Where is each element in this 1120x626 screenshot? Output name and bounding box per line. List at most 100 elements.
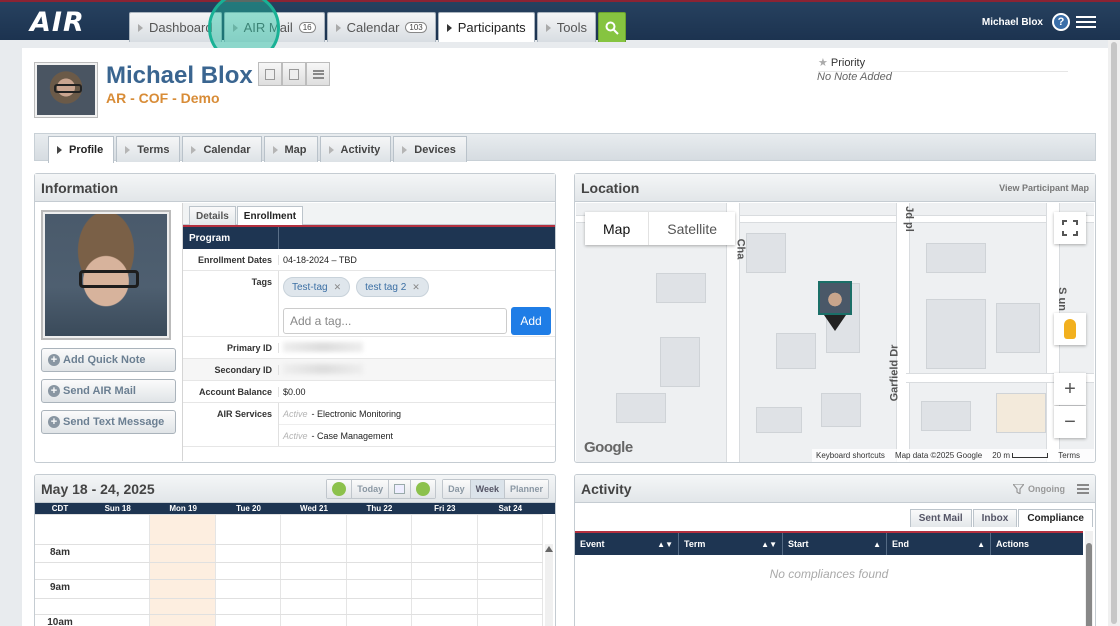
tab-inbox[interactable]: Inbox (972, 509, 1018, 527)
view-participant-map-link[interactable]: View Participant Map (999, 183, 1089, 193)
column-event[interactable]: Event ▲▼ (575, 533, 679, 555)
priority-header[interactable]: ★ Priority (818, 56, 1068, 72)
add-quick-note-button[interactable]: + Add Quick Note (41, 348, 176, 372)
nav-tab-label: Participants (457, 20, 526, 35)
tab-map[interactable]: Map (263, 136, 318, 162)
fullscreen-button[interactable] (1054, 212, 1086, 244)
send-air-mail-button[interactable]: + Send AIR Mail (41, 379, 176, 403)
tab-profile[interactable]: Profile (48, 136, 115, 163)
participant-avatar[interactable] (34, 62, 98, 118)
tab-details[interactable]: Details (189, 206, 236, 225)
view-planner-button[interactable]: Planner (504, 479, 548, 498)
button-label: Send AIR Mail (63, 385, 136, 397)
hour-line (35, 514, 543, 515)
page-scrollbar[interactable] (1108, 40, 1120, 626)
map-type-satellite-button[interactable]: Satellite (649, 212, 735, 245)
map-building (926, 299, 986, 369)
map-building (926, 243, 986, 273)
scrollbar-thumb[interactable] (1086, 543, 1092, 626)
map-view[interactable]: Cha Garfield Dr Jd pl S un Map Satellite… (576, 203, 1094, 462)
field-label: Account Balance (183, 386, 279, 397)
today-button[interactable]: Today (352, 479, 390, 498)
day-column[interactable] (216, 514, 282, 626)
more-menu-button[interactable] (306, 62, 330, 86)
day-header: Mon 19 (169, 504, 197, 513)
map-data-text: Map data ©2025 Google (894, 451, 983, 460)
map-type-map-button[interactable]: Map (585, 212, 650, 245)
column-start[interactable]: Start ▲ (783, 533, 887, 555)
air-services-row: AIR Services Active - Electronic Monitori… (183, 403, 555, 447)
menu-icon[interactable] (1077, 483, 1089, 494)
user-name[interactable]: Michael Blox (982, 17, 1043, 28)
date-picker-button[interactable] (389, 479, 412, 498)
device-button[interactable] (258, 62, 282, 86)
primary-id-value (279, 341, 555, 354)
arrow-left-icon (332, 481, 347, 496)
tab-enrollment[interactable]: Enrollment (236, 206, 304, 225)
triangle-icon (191, 145, 197, 154)
tab-devices[interactable]: Devices (393, 136, 467, 162)
remove-tag-icon[interactable]: ✕ (334, 282, 342, 293)
zoom-out-button[interactable]: − (1054, 406, 1086, 438)
map-building (996, 303, 1040, 353)
info-tabs: Details Enrollment (183, 203, 555, 225)
column-end[interactable]: End ▲ (887, 533, 991, 555)
scrollbar-thumb[interactable] (1111, 42, 1117, 624)
nav-tab-calendar[interactable]: Calendar 103 (326, 12, 436, 42)
service-status: Active (283, 408, 308, 419)
hamburger-menu-icon[interactable] (1076, 12, 1096, 32)
tab-activity[interactable]: Activity (319, 136, 392, 162)
day-column[interactable] (412, 514, 478, 626)
google-logo[interactable]: Google (584, 439, 633, 456)
priority-label: Priority (830, 57, 866, 69)
redacted-value (283, 341, 363, 352)
column-label: Actions (996, 539, 1030, 549)
terms-link[interactable]: Terms (1058, 451, 1080, 460)
tab-sent-mail[interactable]: Sent Mail (909, 509, 972, 527)
day-column[interactable] (347, 514, 413, 626)
day-column[interactable] (281, 514, 347, 626)
view-day-button[interactable]: Day (443, 479, 471, 498)
tab-calendar[interactable]: Calendar (182, 136, 262, 162)
zoom-in-button[interactable]: + (1054, 373, 1086, 405)
day-column[interactable] (85, 514, 151, 626)
panel-title: Location (581, 179, 640, 196)
column-term[interactable]: Term ▲▼ (679, 533, 783, 555)
id-card-button[interactable] (282, 62, 306, 86)
add-tag-button[interactable]: Add (511, 307, 551, 335)
map-road (896, 203, 910, 462)
tags-value: Test-tag ✕ test tag 2 ✕ Add a tag... Add (279, 271, 555, 336)
location-panel: Location View Participant Map Cha Garfie… (574, 173, 1096, 463)
next-week-button[interactable] (411, 479, 436, 498)
air-logo[interactable]: AIR (30, 7, 85, 38)
tag-chip[interactable]: test tag 2 ✕ (356, 277, 429, 297)
keyboard-shortcuts-link[interactable]: Keyboard shortcuts (816, 451, 885, 460)
remove-tag-icon[interactable]: ✕ (412, 282, 420, 293)
day-header: Sat 24 (498, 504, 523, 513)
account-balance-value: $0.00 (283, 386, 306, 397)
scroll-up-icon[interactable] (545, 546, 553, 552)
secondary-id-value (279, 363, 555, 376)
help-button[interactable]: ? (1052, 13, 1070, 31)
day-column-today[interactable] (150, 514, 216, 626)
triangle-icon (272, 145, 278, 154)
calendar-grid[interactable]: 8am 9am 10am (35, 514, 555, 626)
profile-tabs: Profile Terms Calendar Map Activity Devi… (48, 136, 469, 163)
add-tag-input[interactable]: Add a tag... (283, 308, 507, 334)
previous-week-button[interactable] (327, 479, 353, 498)
day-column[interactable] (478, 514, 543, 626)
activity-scrollbar[interactable] (1085, 531, 1093, 626)
ongoing-filter[interactable]: Ongoing (1013, 483, 1089, 494)
view-week-button[interactable]: Week (470, 479, 505, 498)
calendar-scrollbar[interactable] (545, 544, 553, 626)
send-text-message-button[interactable]: + Send Text Message (41, 410, 176, 434)
street-view-pegman[interactable] (1054, 313, 1086, 345)
tab-terms[interactable]: Terms (116, 136, 181, 162)
nav-search-button[interactable] (598, 12, 627, 42)
nav-tab-participants[interactable]: Participants (437, 12, 535, 42)
tab-compliance[interactable]: Compliance (1018, 509, 1093, 527)
tab-label: Terms (137, 143, 170, 156)
participant-location-pin[interactable] (818, 281, 852, 315)
nav-tab-tools[interactable]: Tools (536, 12, 597, 42)
tag-chip[interactable]: Test-tag ✕ (283, 277, 351, 297)
